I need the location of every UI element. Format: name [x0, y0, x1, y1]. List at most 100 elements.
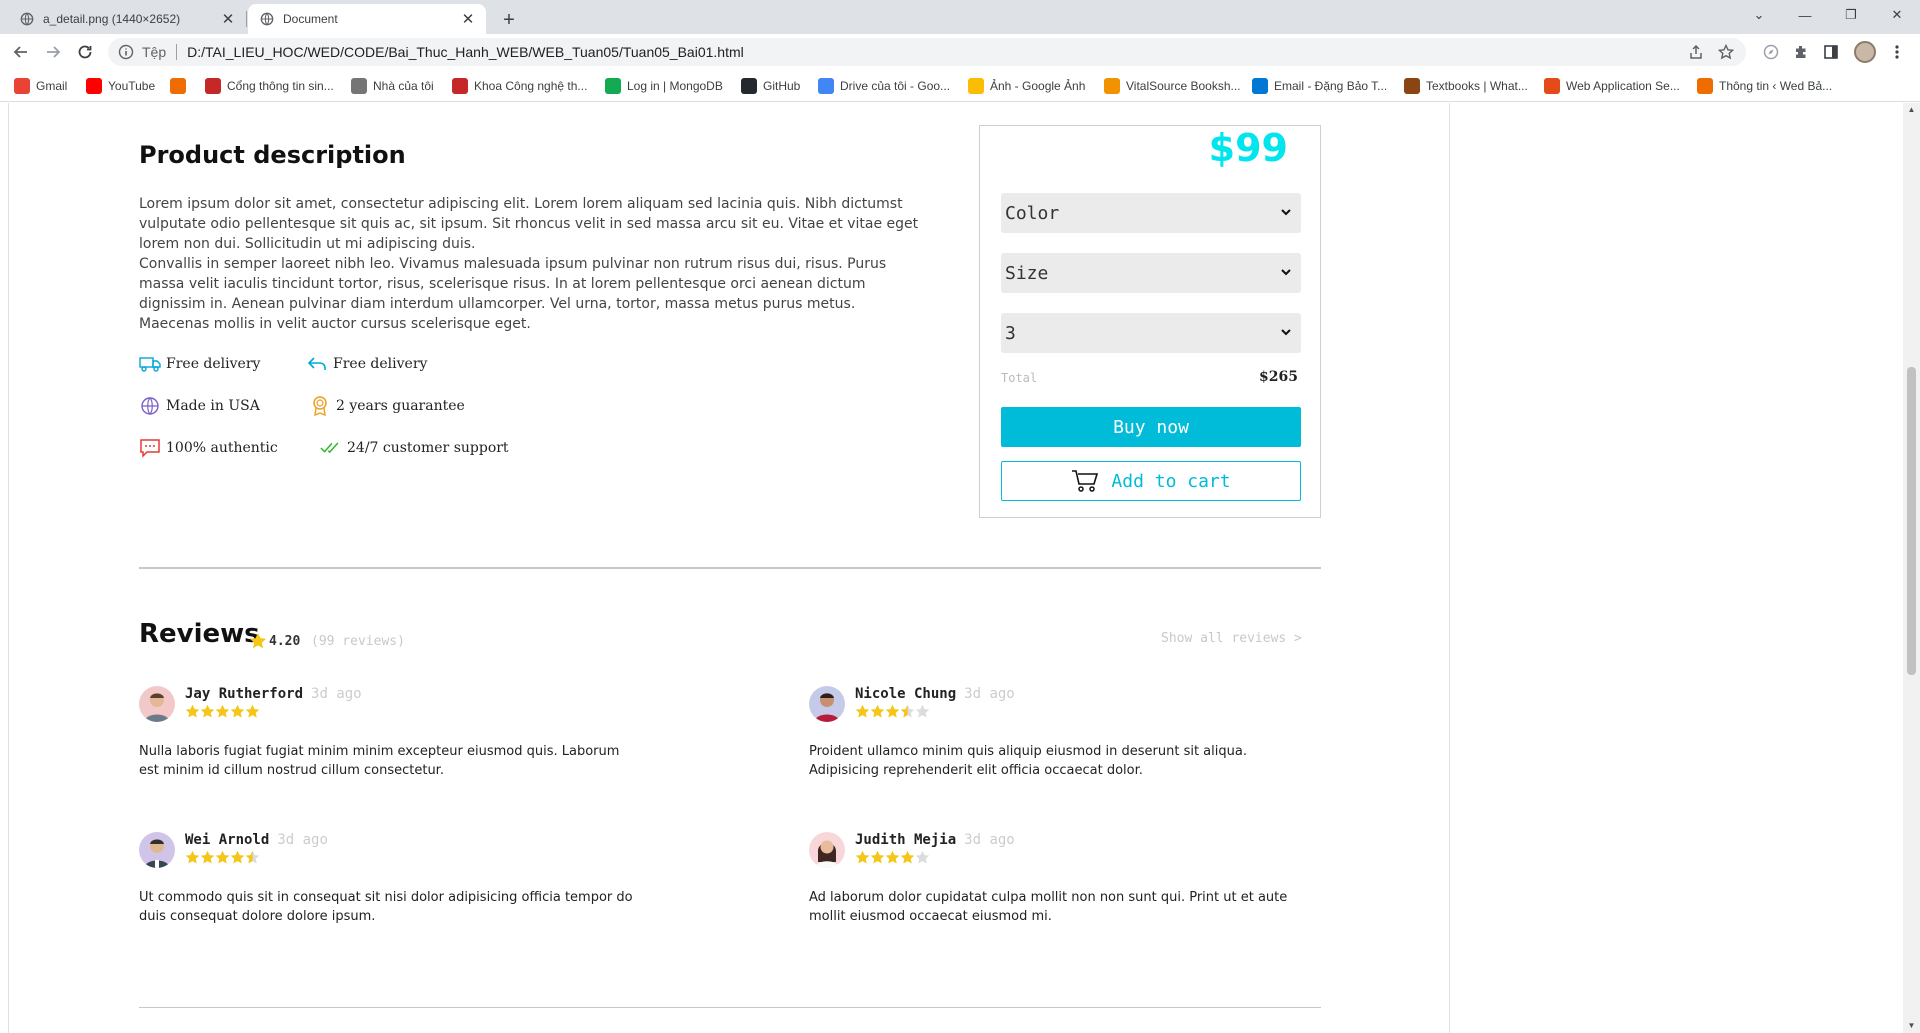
close-window-icon[interactable]: ✕: [1874, 0, 1920, 30]
bookmark-item[interactable]: Web Application Se...: [1544, 76, 1680, 96]
bookmark-label: Ảnh - Google Ảnh: [990, 79, 1086, 93]
review-text: Proident ullamco minim quis aliquip eius…: [809, 744, 1247, 778]
site-icon: [1697, 78, 1713, 94]
description-paragraph: Lorem ipsum dolor sit amet, consectetur …: [139, 196, 919, 252]
new-tab-button[interactable]: +: [496, 7, 522, 33]
feature-item: Made in USA: [139, 394, 260, 418]
star-filled-icon: [870, 704, 885, 718]
star-filled-icon: [900, 850, 915, 864]
star-rating: [185, 704, 260, 719]
info-icon[interactable]: [118, 44, 134, 60]
double-check-icon: [320, 437, 342, 459]
size-select[interactable]: Size: [1001, 253, 1301, 293]
site-icon: [1404, 78, 1420, 94]
bookmark-label: Cổng thông tin sin...: [227, 79, 334, 93]
tab-document[interactable]: Document ✕: [248, 4, 486, 34]
review-age: 3d ago: [964, 832, 1015, 848]
bookmark-item[interactable]: Log in | MongoDB: [605, 76, 723, 96]
bookmark-item[interactable]: [170, 76, 192, 96]
feature-item: Free delivery: [306, 352, 427, 376]
scroll-down-icon[interactable]: ▼: [1907, 1021, 1916, 1030]
site-icon: [1544, 78, 1560, 94]
bookmark-item[interactable]: Ảnh - Google Ảnh: [968, 76, 1085, 96]
reviewer-name: Jay Rutherford 3d ago: [185, 686, 362, 702]
sidebar-icon[interactable]: [1818, 39, 1844, 65]
reviewer-name: Wei Arnold 3d ago: [185, 832, 328, 848]
quantity-select[interactable]: 3: [1001, 313, 1301, 353]
bookmark-item[interactable]: Gmail: [14, 76, 67, 96]
minimize-icon[interactable]: —: [1782, 0, 1828, 30]
bookmark-label: Khoa Công nghệ th...: [474, 79, 588, 93]
avatar: [809, 832, 845, 868]
back-icon[interactable]: [8, 39, 34, 65]
profile-avatar[interactable]: [1852, 39, 1878, 65]
reviewer-name: Nicole Chung 3d ago: [855, 686, 1015, 702]
bookmark-item[interactable]: Nhà của tôi: [351, 76, 434, 96]
review-text: Nulla laboris fugiat fugiat minim minim …: [139, 744, 620, 778]
bookmark-label: Email - Đặng Bảo T...: [1274, 79, 1388, 93]
bookmark-item[interactable]: Thông tin ‹ Wed Bả...: [1697, 76, 1832, 96]
site-icon: [205, 78, 221, 94]
bookmark-item[interactable]: Textbooks | What...: [1404, 76, 1528, 96]
tab-divider: [246, 11, 247, 27]
star-filled-icon: [185, 850, 200, 864]
tab-image[interactable]: a_detail.png (1440×2652) ✕: [8, 4, 246, 34]
star-rating: [855, 850, 930, 865]
review-age: 3d ago: [277, 832, 328, 848]
select-value: Size: [1005, 262, 1049, 284]
address-url[interactable]: D:/TAI_LIEU_HOC/WED/CODE/Bai_Thuc_Hanh_W…: [187, 44, 744, 60]
description-title: Product description: [139, 141, 406, 169]
close-icon[interactable]: ✕: [458, 9, 478, 29]
review-age: 3d ago: [311, 686, 362, 702]
extensions-icon[interactable]: [1788, 39, 1814, 65]
purchase-box: $99 Color Size 3 Total $265 Buy now Add …: [979, 125, 1321, 518]
address-bar[interactable]: Tệp D:/TAI_LIEU_HOC/WED/CODE/Bai_Thuc_Ha…: [108, 38, 1746, 66]
add-to-cart-button[interactable]: Add to cart: [1001, 461, 1301, 501]
close-icon[interactable]: ✕: [218, 9, 238, 29]
reload-icon[interactable]: [72, 39, 98, 65]
bookmark-item[interactable]: VitalSource Booksh...: [1104, 76, 1241, 96]
star-filled-icon: [200, 850, 215, 864]
cart-label: Add to cart: [1111, 470, 1231, 492]
bookmark-item[interactable]: YouTube: [86, 76, 155, 96]
bookmark-item[interactable]: Khoa Công nghệ th...: [452, 76, 587, 96]
bookmark-label: VitalSource Booksh...: [1126, 79, 1241, 93]
bookmarks-bar: Gmail YouTube Cổng thông tin sin... Nhà của…: [0, 70, 1920, 102]
scroll-up-icon[interactable]: ▲: [1907, 105, 1916, 114]
bookmark-label: YouTube: [108, 79, 156, 93]
tab-search-icon[interactable]: ⌄: [1736, 0, 1782, 30]
share-icon[interactable]: [1684, 38, 1708, 66]
address-divider: [176, 44, 178, 60]
avatar: [139, 832, 175, 868]
star-filled-icon: [855, 850, 870, 864]
buy-now-button[interactable]: Buy now: [1001, 407, 1301, 447]
scroll-thumb[interactable]: [1907, 367, 1916, 675]
drive-icon: [818, 78, 834, 94]
feature-label: Free delivery: [166, 356, 261, 372]
forward-icon[interactable]: [40, 39, 66, 65]
review-text: Ut commodo quis sit in consequat sit nis…: [139, 890, 633, 924]
star-icon[interactable]: [1714, 38, 1738, 66]
return-arrow-icon: [306, 353, 328, 375]
chevron-down-icon: [1281, 269, 1291, 276]
reviewer-name-text: Nicole Chung: [855, 686, 957, 702]
select-value: Color: [1005, 202, 1060, 224]
site-icon: [1104, 78, 1120, 94]
restore-icon[interactable]: ❐: [1828, 0, 1874, 30]
compass-icon[interactable]: [1758, 39, 1784, 65]
bookmark-item[interactable]: GitHub: [741, 76, 800, 96]
star-empty-icon: [915, 704, 930, 718]
scrollbar[interactable]: ▲ ▼: [1903, 103, 1920, 1033]
menu-icon[interactable]: [1884, 39, 1910, 65]
color-select[interactable]: Color: [1001, 193, 1301, 233]
bookmark-item[interactable]: Drive của tôi - Goo...: [818, 76, 950, 96]
bookmark-item[interactable]: Email - Đặng Bảo T...: [1252, 76, 1387, 96]
feature-item: 24/7 customer support: [320, 436, 509, 460]
show-all-reviews-link[interactable]: Show all reviews >: [1161, 631, 1302, 646]
product-description: Lorem ipsum dolor sit amet, consectetur …: [139, 194, 929, 334]
star-filled-icon: [215, 704, 230, 718]
bookmark-label: Drive của tôi - Goo...: [840, 79, 951, 93]
photos-icon: [968, 78, 984, 94]
star-half-icon: [900, 704, 915, 718]
bookmark-item[interactable]: Cổng thông tin sin...: [205, 76, 334, 96]
